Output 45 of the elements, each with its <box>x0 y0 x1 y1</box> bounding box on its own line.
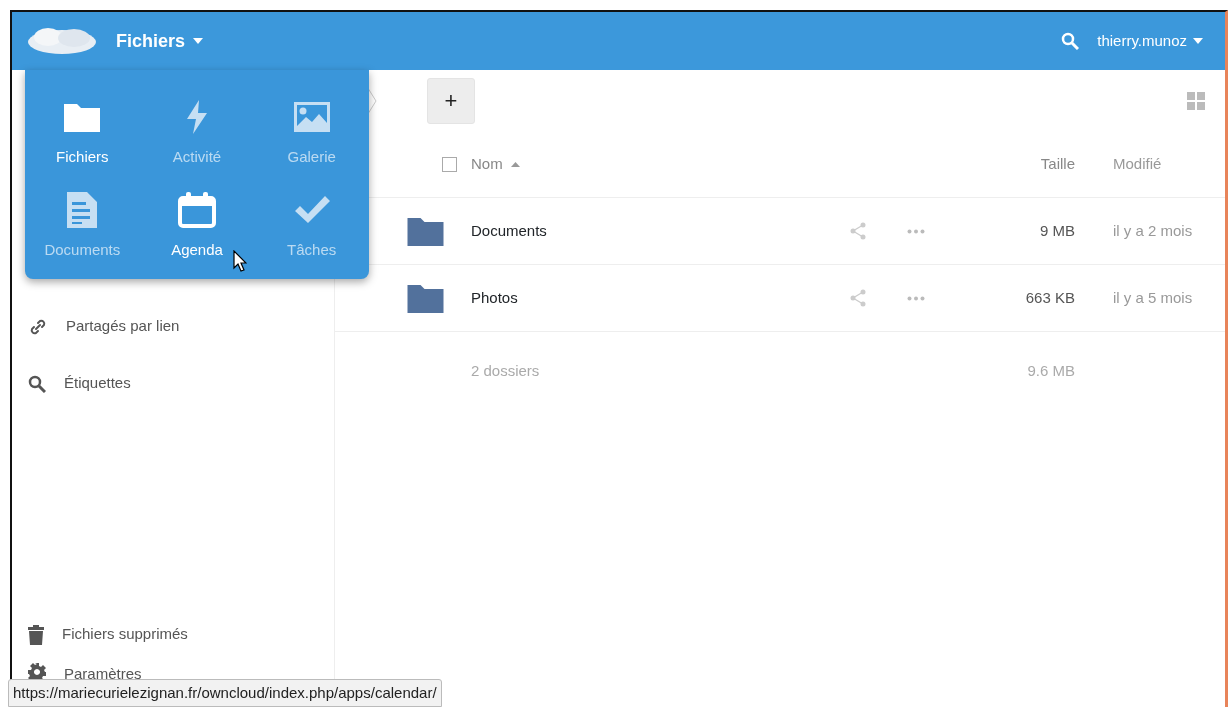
mouse-cursor-icon <box>233 250 247 272</box>
sidebar-item[interactable]: Fichiers supprimés <box>62 623 188 646</box>
folder-count: 2 dossiers <box>471 360 541 381</box>
status-url-tooltip: https://mariecurielezignan.fr/owncloud/index.php/apps/calendar/ <box>8 678 442 707</box>
document-icon <box>67 191 98 228</box>
share-icon <box>849 289 867 307</box>
share-icon <box>849 222 867 240</box>
more-actions-icon <box>907 295 925 301</box>
image-icon <box>293 102 330 132</box>
total-size: 9.6 MB <box>1026 360 1075 381</box>
select-all-checkbox[interactable] <box>441 157 457 172</box>
caret-icon <box>193 38 204 44</box>
search-icon <box>28 374 46 393</box>
app-menu-item[interactable]: Tâches <box>254 176 369 269</box>
app-menu-item[interactable]: Galerie <box>254 84 369 177</box>
app-menu-item[interactable]: Agenda <box>139 176 255 269</box>
file-size: 9 MB <box>1039 220 1075 241</box>
file-name[interactable]: Photos <box>471 286 849 310</box>
app-menu-item[interactable]: Documents <box>25 176 140 269</box>
folder-icon <box>64 102 101 132</box>
file-size: 663 KB <box>1024 287 1075 308</box>
lightning-icon <box>184 100 210 134</box>
sidebar-item[interactable]: Partagés par lien <box>66 315 180 338</box>
column-header[interactable]: Nom <box>471 153 503 176</box>
user-menu[interactable]: thierry.munoz <box>1097 29 1187 53</box>
caret-icon <box>1193 38 1203 44</box>
more-actions-icon <box>907 228 925 234</box>
folder-icon <box>407 216 444 246</box>
app-menu-item[interactable]: Activité <box>139 84 255 177</box>
column-header[interactable]: Modifié <box>1075 153 1225 176</box>
file-name[interactable]: Documents <box>471 219 849 243</box>
grid-view-icon[interactable] <box>1187 92 1205 110</box>
column-header[interactable]: Taille <box>965 153 1075 176</box>
sort-ascending-icon <box>510 162 520 167</box>
modified-date: il y a 2 mois <box>1112 220 1194 241</box>
app-menu-item[interactable]: Fichiers <box>25 84 140 177</box>
app-title[interactable]: Fichiers <box>116 27 186 55</box>
sidebar-item[interactable]: Étiquettes <box>64 372 131 395</box>
calendar-icon <box>178 191 216 228</box>
gear-icon <box>28 663 46 681</box>
folder-icon <box>407 283 444 313</box>
new-button[interactable]: + <box>427 78 475 124</box>
trash-icon <box>28 624 44 645</box>
modified-date: il y a 5 mois <box>1112 287 1194 308</box>
search-icon[interactable] <box>1061 32 1080 50</box>
